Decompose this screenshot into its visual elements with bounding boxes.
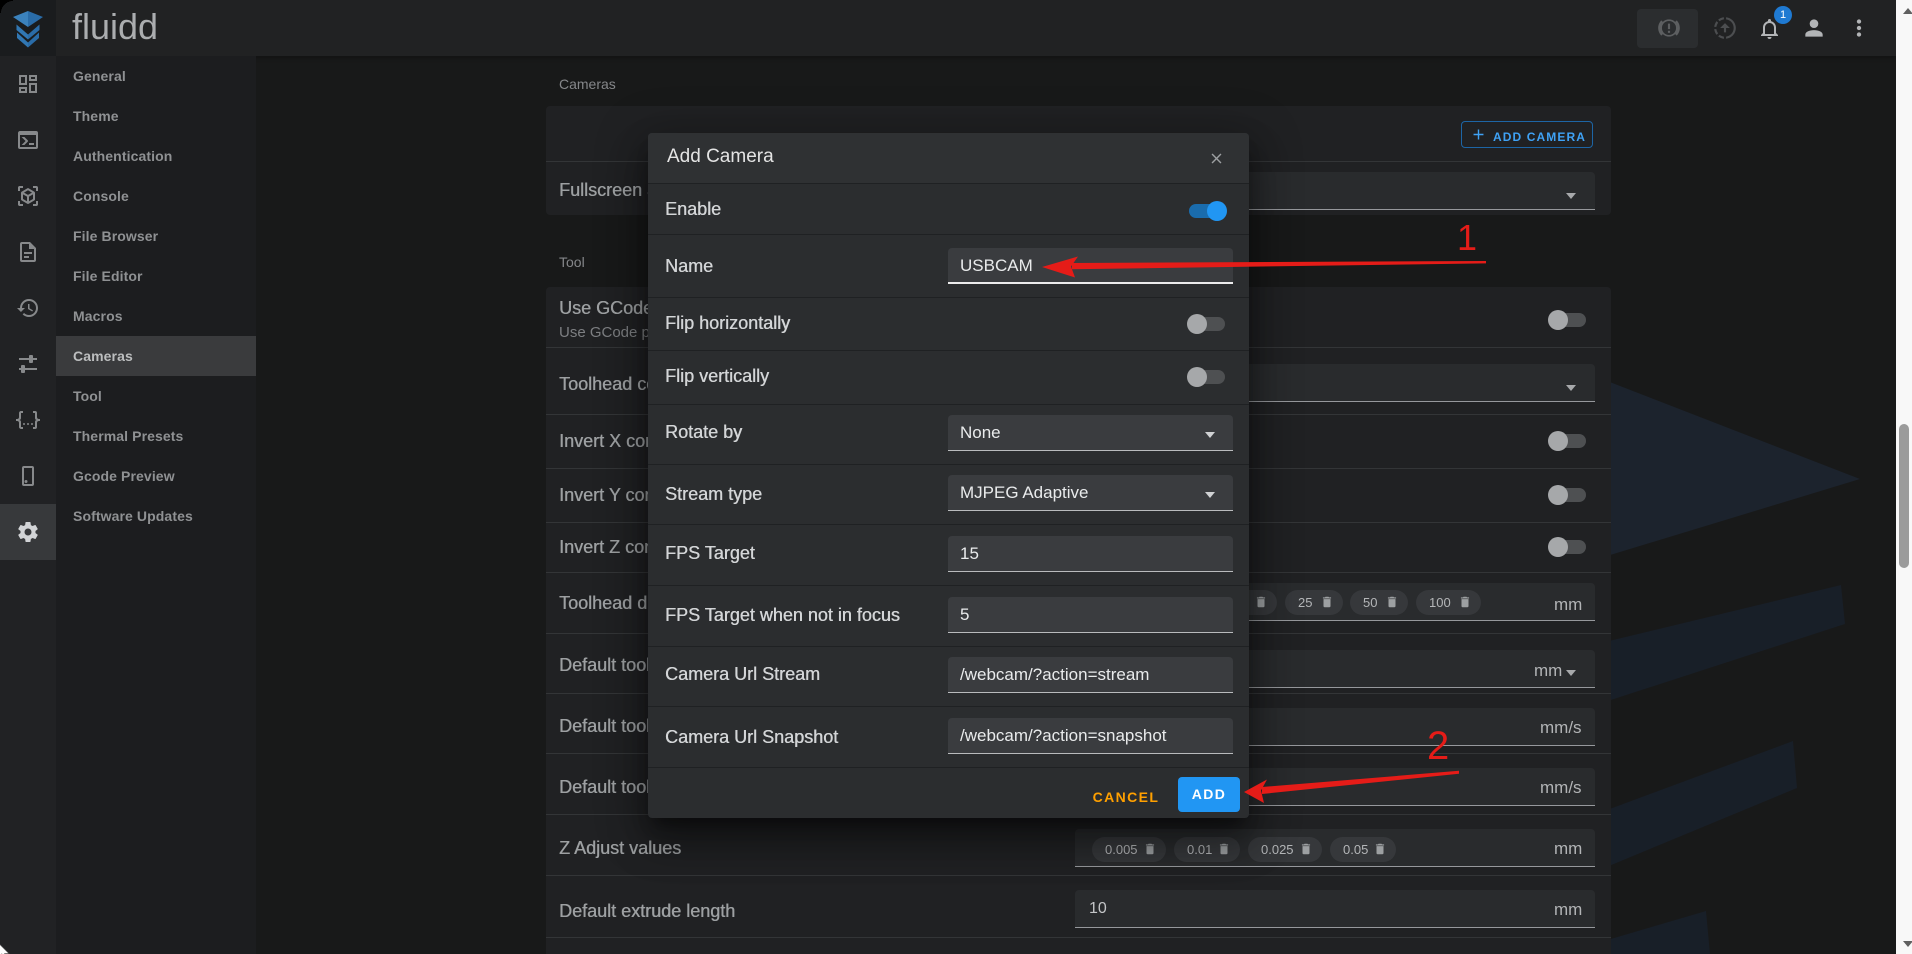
svg-text:1: 1 — [1457, 217, 1477, 258]
svg-text:2: 2 — [1427, 724, 1449, 768]
